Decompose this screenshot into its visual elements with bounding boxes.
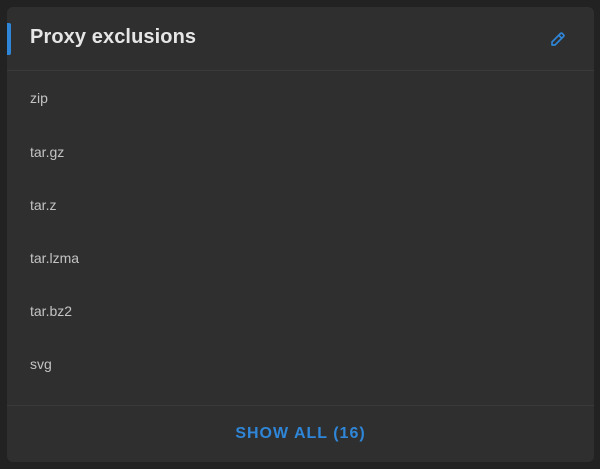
show-all-button[interactable]: SHOW ALL (16) [225,419,375,449]
card-header: Proxy exclusions [7,7,594,71]
card-footer: SHOW ALL (16) [7,405,594,462]
list-item: tar.lzma [30,249,80,266]
list-item: svg [30,355,52,372]
edit-button[interactable] [546,27,570,51]
pencil-icon [551,32,565,46]
list-item: zip [30,90,48,106]
list-item: tar.z [30,196,57,213]
exclusions-list: zip tar.gz tar.z tar.lzma tar.bz2 svg [7,71,594,390]
proxy-exclusions-card: Proxy exclusions zip tar.gz tar.z tar.lz… [7,7,594,462]
header-accent-bar [7,23,11,55]
card-title: Proxy exclusions [30,26,197,48]
list-item: tar.gz [30,143,65,160]
list-item: tar.bz2 [30,302,73,319]
